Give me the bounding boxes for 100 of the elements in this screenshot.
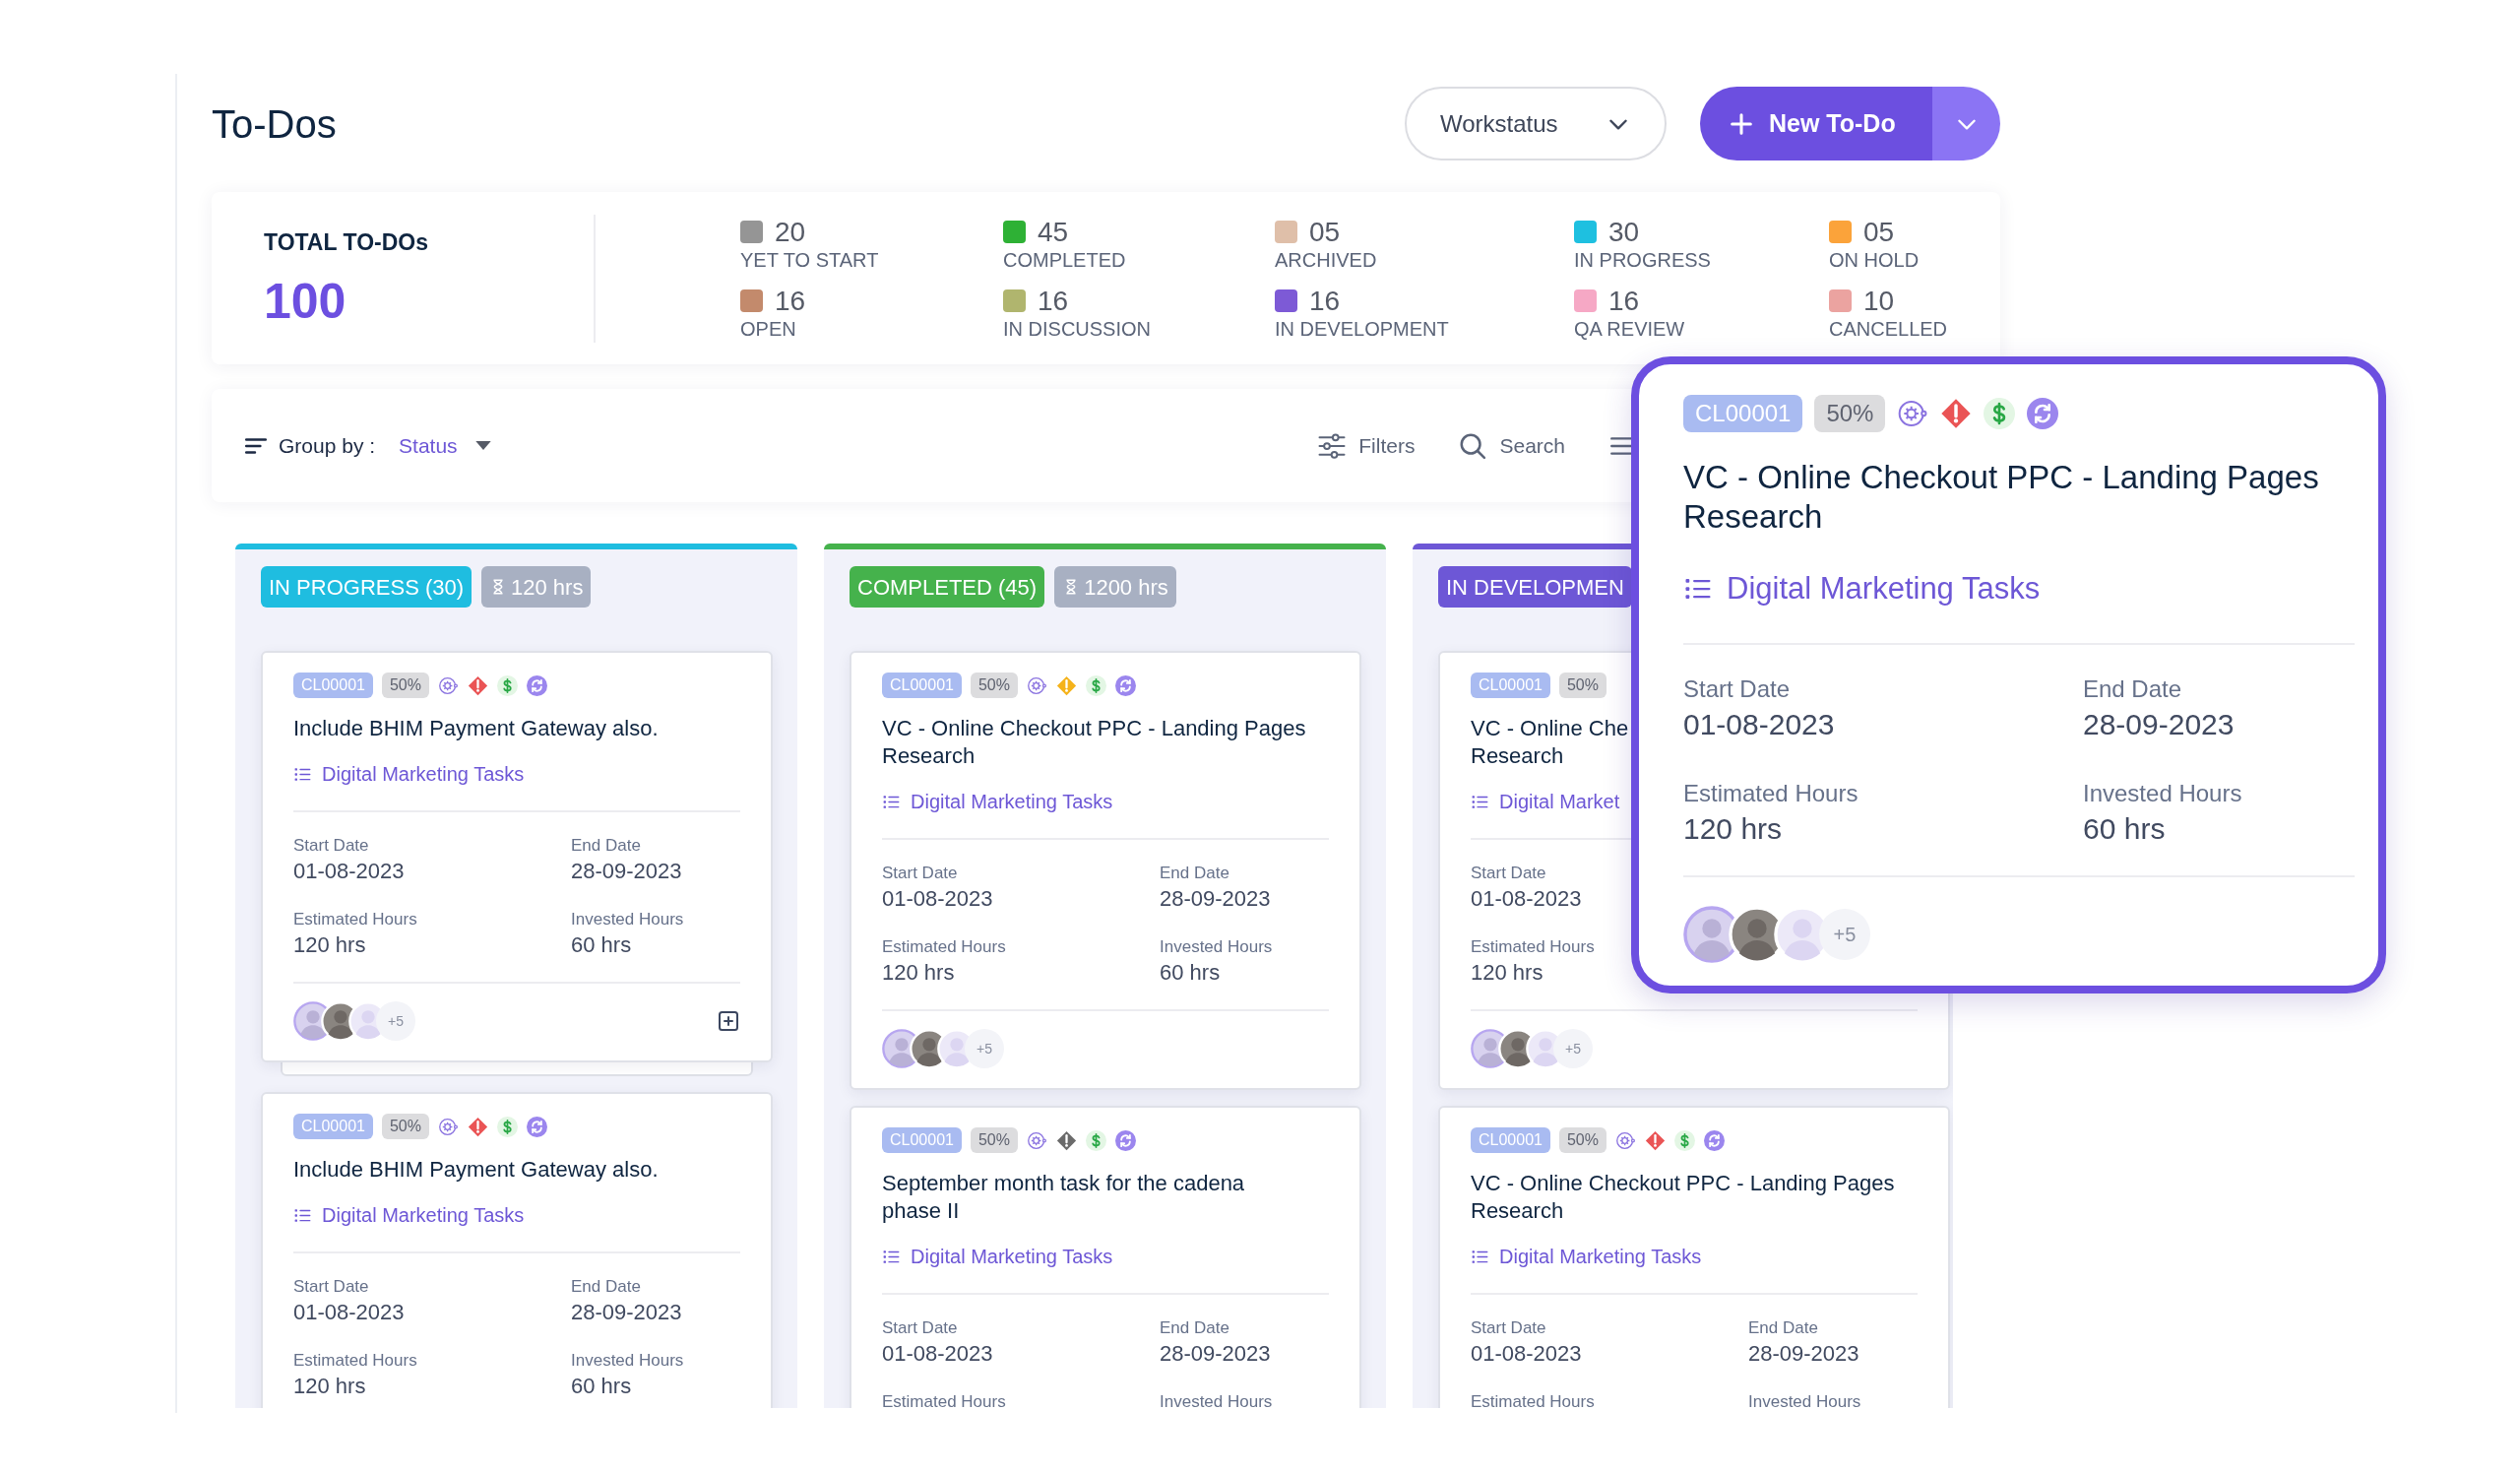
progress-tag: 50% (1558, 1127, 1606, 1153)
field-label: Invested Hours (2083, 778, 2243, 808)
field-label: Start Date (293, 835, 370, 857)
status-label: IN DEVELOPMENT (1275, 316, 1450, 341)
field-value: 60 hrs (2083, 810, 2167, 847)
field-value: 120 hrs (1471, 959, 1544, 987)
id-tag: CL00001 (293, 1114, 373, 1139)
field-label: Start Date (293, 1276, 370, 1298)
status-count: 05 (1309, 216, 1341, 248)
hours-tag: 120 hrs (481, 566, 592, 608)
status-count: 16 (775, 285, 806, 317)
field-value: 28-09-2023 (2083, 706, 2236, 742)
page-title: To-Dos (212, 100, 337, 148)
card-title: September month task for the cadena phase II (882, 1170, 1245, 1225)
field-label: End Date (571, 835, 642, 857)
progress-tag: 50% (381, 673, 429, 698)
field-label: Invested Hours (1160, 936, 1274, 958)
card-title: VC - Online Checkout PPC - Landing Pages Research (1683, 458, 2319, 537)
field-value: 01-08-2023 (1471, 1340, 1583, 1368)
progress-tag: 50% (1814, 395, 1886, 432)
status-label: OPEN (740, 316, 797, 341)
id-tag: CL00001 (1471, 1127, 1550, 1153)
field-label: End Date (571, 1276, 642, 1298)
more-count: +5 (376, 1001, 415, 1041)
hours-tag: 1200 hrs (1054, 566, 1176, 608)
field-label: Invested Hours (1748, 1391, 1862, 1408)
field-label: Invested Hours (1160, 1391, 1274, 1408)
progress-tag: 50% (970, 1127, 1018, 1153)
field-value: 28-09-2023 (1748, 1340, 1860, 1368)
column-title: IN DEVELOPMEN (1438, 566, 1632, 608)
field-value: 01-08-2023 (293, 1299, 406, 1326)
field-label: Start Date (1471, 1317, 1547, 1339)
field-label: End Date (1160, 863, 1230, 884)
field-label: Estimated Hours (882, 1391, 1007, 1408)
field-value: 120 hrs (293, 1373, 367, 1400)
more-count: +5 (965, 1029, 1004, 1068)
field-value: 60 hrs (1160, 959, 1222, 987)
field-label: Start Date (882, 1317, 959, 1339)
group-by-label: Group by : (279, 432, 376, 459)
field-value: 28-09-2023 (571, 1299, 683, 1326)
field-label: Invested Hours (571, 909, 685, 930)
field-label: Invested Hours (571, 1350, 685, 1372)
total-count: 100 (264, 272, 347, 331)
status-label: COMPLETED (1003, 247, 1127, 272)
field-value: 28-09-2023 (571, 858, 683, 885)
field-label: Estimated Hours (293, 909, 418, 930)
status-count: 16 (1038, 285, 1069, 317)
field-value: 01-08-2023 (882, 885, 994, 913)
status-label: YET TO START (740, 247, 880, 272)
status-count: 05 (1863, 216, 1895, 248)
field-value: 60 hrs (571, 1373, 633, 1400)
field-value: 120 hrs (293, 931, 367, 959)
field-value: 120 hrs (882, 959, 956, 987)
status-label: ARCHIVED (1275, 247, 1378, 272)
field-label: End Date (2083, 673, 2183, 704)
field-value: 01-08-2023 (882, 1340, 994, 1368)
card-title: VC - Online Checkout PPC - Landing Pages Research (882, 715, 1306, 770)
more-count: +5 (1553, 1029, 1593, 1068)
status-label: ON HOLD (1829, 247, 1921, 272)
status-label: IN DISCUSSION (1003, 316, 1153, 341)
status-label: CANCELLED (1829, 316, 1948, 341)
status-label: QA REVIEW (1574, 316, 1686, 341)
field-value: 28-09-2023 (1160, 885, 1272, 913)
field-label: Start Date (1683, 673, 1792, 704)
field-value: 120 hrs (1683, 810, 1784, 847)
more-count: +5 (1819, 908, 1870, 960)
field-value: 60 hrs (571, 931, 633, 959)
field-label: Start Date (882, 863, 959, 884)
id-tag: CL00001 (1471, 673, 1550, 698)
id-tag: CL00001 (882, 673, 962, 698)
progress-tag: 50% (1558, 673, 1606, 698)
id-tag: CL00001 (882, 1127, 962, 1153)
field-label: End Date (1160, 1317, 1230, 1339)
status-count: 16 (1608, 285, 1640, 317)
field-label: Estimated Hours (1683, 778, 1859, 808)
field-label: Estimated Hours (1471, 936, 1596, 958)
id-tag: CL00001 (1683, 395, 1803, 432)
column-title: IN PROGRESS (30) (261, 566, 472, 608)
status-count: 10 (1863, 285, 1895, 317)
status-label: IN PROGRESS (1574, 247, 1712, 272)
status-count: 45 (1038, 216, 1069, 248)
column-title: COMPLETED (45) (850, 566, 1045, 608)
status-count: 30 (1608, 216, 1640, 248)
status-count: 16 (1309, 285, 1341, 317)
field-label: Estimated Hours (1471, 1391, 1596, 1408)
field-label: Estimated Hours (882, 936, 1007, 958)
field-value: 01-08-2023 (1683, 706, 1836, 742)
status-count: 20 (775, 216, 806, 248)
summary-title: TOTAL TO-DOs (264, 228, 429, 258)
field-value: 01-08-2023 (293, 858, 406, 885)
field-label: End Date (1748, 1317, 1819, 1339)
progress-tag: 50% (970, 673, 1018, 698)
id-tag: CL00001 (293, 673, 373, 698)
field-label: Estimated Hours (293, 1350, 418, 1372)
progress-tag: 50% (381, 1114, 429, 1139)
field-label: Start Date (1471, 863, 1547, 884)
card-title: Include BHIM Payment Gateway also. (293, 715, 659, 742)
card-title: Include BHIM Payment Gateway also. (293, 1156, 659, 1184)
card-title: VC - Online Che Research (1471, 715, 1629, 770)
card-title: VC - Online Checkout PPC - Landing Pages Research (1471, 1170, 1895, 1225)
